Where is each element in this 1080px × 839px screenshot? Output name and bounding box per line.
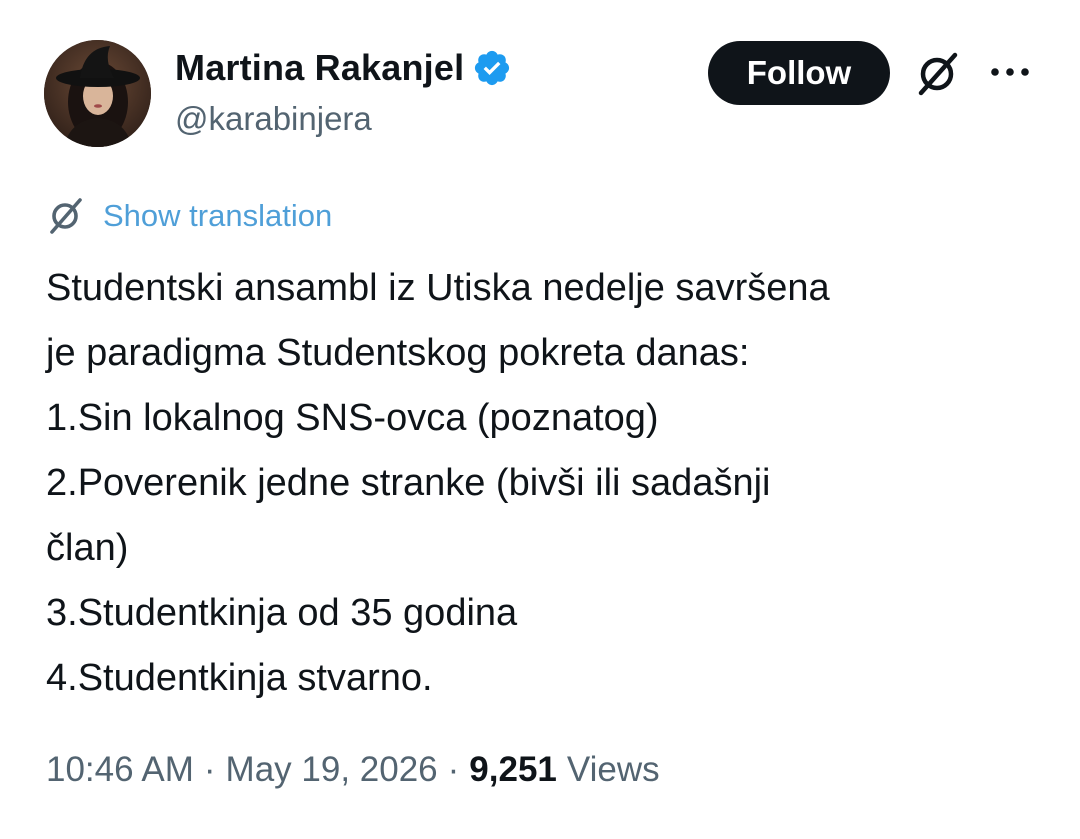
tweet-line: Studentski ansambl iz Utiska nedelje sav… bbox=[46, 267, 830, 309]
tweet-line: je paradigma Studentskog pokreta danas: bbox=[46, 332, 750, 374]
show-translation-link[interactable]: Show translation bbox=[103, 198, 332, 234]
verified-badge-icon[interactable] bbox=[472, 48, 512, 88]
tweet-line: 3.Studentkinja od 35 godina bbox=[46, 592, 518, 634]
author-name-row: Martina Rakanjel bbox=[175, 44, 512, 92]
follow-button[interactable]: Follow bbox=[708, 41, 890, 105]
meta-separator: · bbox=[447, 750, 460, 789]
tweet-meta: 10:46 AM · May 19, 2026 · 9,251 Views bbox=[46, 745, 660, 795]
grok-icon[interactable] bbox=[912, 50, 964, 98]
author-name[interactable]: Martina Rakanjel bbox=[175, 47, 464, 89]
views-label[interactable]: Views bbox=[567, 750, 660, 790]
tweet-line: 2.Poverenik jedne stranke (bivši ili sad… bbox=[46, 462, 771, 504]
grok-icon bbox=[46, 196, 86, 236]
tweet-line: 1.Sin lokalnog SNS-ovca (poznatog) bbox=[46, 397, 659, 439]
views-count[interactable]: 9,251 bbox=[469, 750, 557, 790]
tweet-text: Studentski ansambl iz Utiska nedelje sav… bbox=[46, 256, 1036, 711]
tweet-date[interactable]: May 19, 2026 bbox=[226, 750, 438, 790]
tweet-line: 4.Studentkinja stvarno. bbox=[46, 657, 433, 699]
meta-separator: · bbox=[203, 750, 216, 789]
tweet-time[interactable]: 10:46 AM bbox=[46, 750, 194, 790]
more-icon[interactable] bbox=[986, 52, 1034, 92]
avatar-image bbox=[44, 40, 151, 147]
tweet-line: član) bbox=[46, 527, 129, 569]
show-translation-row[interactable]: Show translation bbox=[46, 196, 332, 236]
avatar[interactable] bbox=[44, 40, 151, 147]
author-handle[interactable]: @karabinjera bbox=[175, 100, 372, 138]
